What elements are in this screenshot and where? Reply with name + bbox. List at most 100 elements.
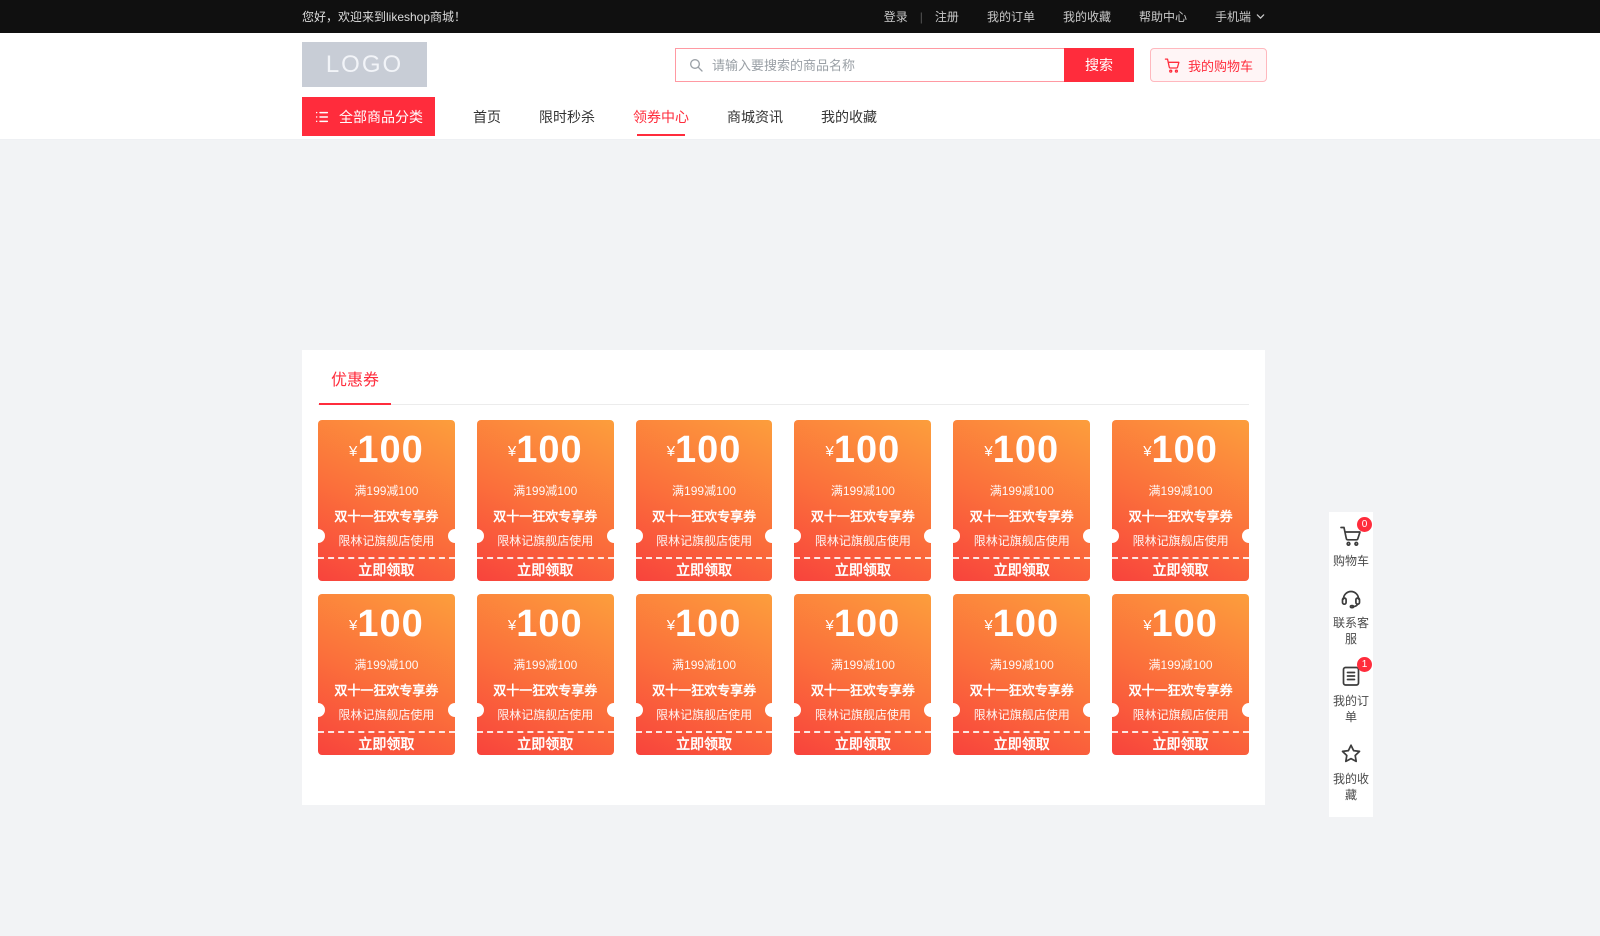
coupon-card: ¥100 满199减100 双十一狂欢专享券 限林记旗舰店使用 立即领取 (477, 420, 614, 581)
badge: 1 (1357, 657, 1372, 672)
coupon-scope: 限林记旗舰店使用 (656, 532, 752, 549)
coupon-condition: 满199减100 (990, 656, 1054, 673)
coupon-notch-right (448, 703, 455, 717)
tab-coupons[interactable]: 优惠券 (319, 364, 391, 404)
coupon-name: 双十一狂欢专享券 (334, 680, 438, 699)
coupon-card: ¥100 满199减100 双十一狂欢专享券 限林记旗舰店使用 立即领取 (477, 594, 614, 755)
coupon-name: 双十一狂欢专享券 (970, 506, 1074, 525)
cart-icon: 0 (1339, 524, 1363, 548)
coupon-claim-button[interactable]: 立即领取 (477, 733, 614, 755)
coupon-claim-button[interactable]: 立即领取 (318, 559, 455, 581)
topbar-link-帮助中心[interactable]: 帮助中心 (1139, 8, 1187, 25)
coupon-scope: 限林记旗舰店使用 (338, 532, 434, 549)
order-icon: 1 (1339, 664, 1363, 688)
nav-item-首页[interactable]: 首页 (454, 97, 520, 136)
coupon-claim-button[interactable]: 立即领取 (1112, 559, 1249, 581)
coupon-notch-right (924, 703, 931, 717)
coupon-notch-left (794, 703, 801, 717)
coupon-card: ¥100 满199减100 双十一狂欢专享券 限林记旗舰店使用 立即领取 (1112, 420, 1249, 581)
coupon-name: 双十一狂欢专享券 (493, 680, 597, 699)
topbar-link-我的收藏[interactable]: 我的收藏 (1063, 8, 1111, 25)
coupon-amount: ¥100 (667, 428, 742, 480)
coupon-amount: ¥100 (1143, 602, 1218, 654)
coupon-notch-left (1112, 529, 1119, 543)
toolbar-item-购物车[interactable]: 0购物车 (1332, 524, 1370, 569)
coupon-card: ¥100 满199减100 双十一狂欢专享券 限林记旗舰店使用 立即领取 (318, 420, 455, 581)
coupon-scope: 限林记旗舰店使用 (1133, 532, 1229, 549)
coupon-grid: ¥100 满199减100 双十一狂欢专享券 限林记旗舰店使用 立即领取 ¥10… (318, 420, 1249, 755)
toolbar-item-联系客服[interactable]: 联系客服 (1332, 586, 1370, 647)
all-categories-button[interactable]: 全部商品分类 (302, 97, 435, 136)
toolbar-item-我的收藏[interactable]: 我的收藏 (1332, 742, 1370, 803)
coupon-notch-right (607, 703, 614, 717)
coupon-amount: ¥100 (984, 428, 1059, 480)
coupon-notch-left (953, 703, 960, 717)
topbar-links: 登录 | 注册 我的订单 我的收藏 帮助中心 手机端 (884, 8, 1265, 25)
coupon-name: 双十一狂欢专享券 (1129, 680, 1233, 699)
category-list-icon (314, 109, 330, 125)
my-cart-button[interactable]: 我的购物车 (1150, 48, 1267, 82)
coupon-notch-left (953, 529, 960, 543)
coupon-notch-right (1083, 703, 1090, 717)
toolbar-item-label: 联系客服 (1332, 615, 1370, 647)
coupon-name: 双十一狂欢专享券 (970, 680, 1074, 699)
coupon-notch-right (448, 529, 455, 543)
coupon-amount: ¥100 (1143, 428, 1218, 480)
coupon-claim-button[interactable]: 立即领取 (953, 733, 1090, 755)
coupon-card: ¥100 满199减100 双十一狂欢专享券 限林记旗舰店使用 立即领取 (318, 594, 455, 755)
badge: 0 (1357, 517, 1372, 532)
search-input[interactable] (712, 58, 1064, 73)
coupon-name: 双十一狂欢专享券 (811, 506, 915, 525)
coupon-amount: ¥100 (826, 428, 901, 480)
coupon-amount: ¥100 (984, 602, 1059, 654)
topbar-link-登录[interactable]: 登录 (884, 8, 908, 25)
coupon-scope: 限林记旗舰店使用 (338, 706, 434, 723)
coupon-scope: 限林记旗舰店使用 (815, 706, 911, 723)
nav-item-我的收藏[interactable]: 我的收藏 (802, 97, 896, 136)
coupon-claim-button[interactable]: 立即领取 (636, 559, 773, 581)
coupon-notch-left (794, 529, 801, 543)
coupon-notch-left (477, 703, 484, 717)
coupon-condition: 满199减100 (354, 482, 418, 499)
coupon-card: ¥100 满199减100 双十一狂欢专享券 限林记旗舰店使用 立即领取 (794, 420, 931, 581)
coupon-card: ¥100 满199减100 双十一狂欢专享券 限林记旗舰店使用 立即领取 (953, 420, 1090, 581)
coupon-condition: 满199减100 (672, 656, 736, 673)
topbar-divider: | (920, 10, 923, 24)
coupon-scope: 限林记旗舰店使用 (1133, 706, 1229, 723)
nav-item-限时秒杀[interactable]: 限时秒杀 (520, 97, 614, 136)
coupon-notch-right (765, 703, 772, 717)
search-button[interactable]: 搜索 (1064, 48, 1134, 82)
coupon-claim-button[interactable]: 立即领取 (318, 733, 455, 755)
topbar-link-我的订单[interactable]: 我的订单 (987, 8, 1035, 25)
coupon-name: 双十一狂欢专享券 (652, 506, 756, 525)
topbar-link-注册[interactable]: 注册 (935, 8, 959, 25)
topbar-link-手机端[interactable]: 手机端 (1215, 8, 1265, 25)
coupon-scope: 限林记旗舰店使用 (974, 706, 1070, 723)
coupon-scope: 限林记旗舰店使用 (974, 532, 1070, 549)
coupon-claim-button[interactable]: 立即领取 (636, 733, 773, 755)
coupon-notch-left (318, 529, 325, 543)
coupon-claim-button[interactable]: 立即领取 (794, 733, 931, 755)
coupon-scope: 限林记旗舰店使用 (815, 532, 911, 549)
logo[interactable]: LOGO (302, 42, 427, 87)
coupon-condition: 满199减100 (513, 482, 577, 499)
tabs-bar: 优惠券 (318, 364, 1249, 405)
coupon-card: ¥100 满199减100 双十一狂欢专享券 限林记旗舰店使用 立即领取 (1112, 594, 1249, 755)
coupon-notch-left (636, 703, 643, 717)
coupon-condition: 满199减100 (831, 482, 895, 499)
floating-toolbar: 0购物车联系客服 1 我的订单我的收藏 (1329, 512, 1373, 817)
star-icon (1339, 742, 1363, 766)
coupon-notch-left (1112, 703, 1119, 717)
toolbar-item-label: 我的订单 (1332, 693, 1370, 725)
toolbar-item-我的订单[interactable]: 1 我的订单 (1332, 664, 1370, 725)
nav-item-领券中心[interactable]: 领券中心 (614, 97, 708, 136)
coupon-condition: 满199减100 (354, 656, 418, 673)
coupon-claim-button[interactable]: 立即领取 (794, 559, 931, 581)
coupon-claim-button[interactable]: 立即领取 (477, 559, 614, 581)
coupon-condition: 满199减100 (1149, 656, 1213, 673)
coupon-card: ¥100 满199减100 双十一狂欢专享券 限林记旗舰店使用 立即领取 (636, 420, 773, 581)
coupon-claim-button[interactable]: 立即领取 (953, 559, 1090, 581)
coupon-scope: 限林记旗舰店使用 (497, 532, 593, 549)
coupon-claim-button[interactable]: 立即领取 (1112, 733, 1249, 755)
nav-item-商城资讯[interactable]: 商城资讯 (708, 97, 802, 136)
